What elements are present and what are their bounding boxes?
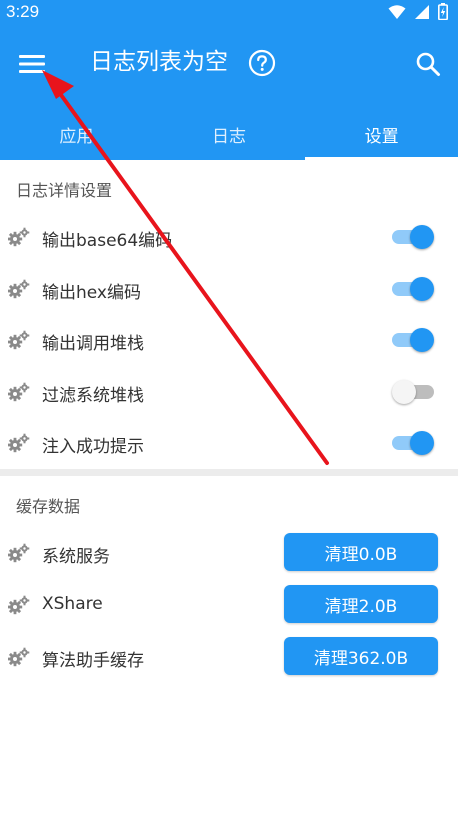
status-time: 3:29 bbox=[6, 2, 40, 21]
tab-indicator bbox=[305, 157, 458, 160]
tab-bar: 应用 日志 设置 bbox=[0, 108, 458, 160]
wifi-icon bbox=[388, 4, 406, 19]
section-header-log-settings: 日志详情设置 bbox=[16, 181, 113, 200]
status-bar: 3:29 bbox=[0, 0, 458, 26]
section-divider bbox=[0, 469, 458, 476]
toolbar: 日志列表为空 bbox=[0, 36, 458, 92]
app-bar: 3:29 日志列表为空 应用 日志 设置 bbox=[0, 0, 458, 160]
status-icons bbox=[388, 3, 448, 20]
call-stack-toggle[interactable] bbox=[392, 328, 434, 352]
tab-apps[interactable]: 应用 bbox=[0, 108, 153, 160]
section-header-cache-data: 缓存数据 bbox=[16, 497, 81, 516]
gear-icon bbox=[8, 330, 30, 350]
cache-label: 算法助手缓存 bbox=[42, 651, 144, 671]
cache-row-system-service: 系统服务 清理0.0B bbox=[0, 530, 458, 576]
setting-label: 输出调用堆栈 bbox=[42, 334, 144, 354]
setting-row-hex[interactable]: 输出hex编码 bbox=[0, 266, 458, 312]
signal-icon bbox=[415, 4, 429, 19]
setting-row-call-stack[interactable]: 输出调用堆栈 bbox=[0, 317, 458, 363]
gear-icon bbox=[8, 433, 30, 453]
question-circle-icon bbox=[248, 49, 276, 77]
clear-algorithm-helper-button[interactable]: 清理362.0B bbox=[284, 637, 438, 675]
hex-toggle[interactable] bbox=[392, 277, 434, 301]
setting-label: 过滤系统堆栈 bbox=[42, 386, 144, 406]
filter-system-stack-toggle[interactable] bbox=[392, 380, 434, 404]
setting-row-base64[interactable]: 输出base64编码 bbox=[0, 214, 458, 260]
setting-label: 注入成功提示 bbox=[42, 437, 144, 457]
cache-label: 系统服务 bbox=[42, 547, 110, 567]
page-title: 日志列表为空 bbox=[90, 49, 228, 75]
gear-icon bbox=[8, 543, 30, 563]
gear-icon bbox=[8, 595, 30, 615]
search-icon bbox=[416, 52, 440, 76]
battery-icon bbox=[438, 3, 448, 20]
gear-icon bbox=[8, 279, 30, 299]
cache-label: XShare bbox=[42, 594, 103, 614]
tab-logs[interactable]: 日志 bbox=[153, 108, 306, 160]
gear-icon bbox=[8, 227, 30, 247]
help-button[interactable] bbox=[248, 49, 276, 77]
base64-toggle[interactable] bbox=[392, 225, 434, 249]
setting-row-inject-success-tip[interactable]: 注入成功提示 bbox=[0, 420, 458, 466]
gear-icon bbox=[8, 647, 30, 667]
clear-xshare-button[interactable]: 清理2.0B bbox=[284, 585, 438, 623]
clear-system-service-button[interactable]: 清理0.0B bbox=[284, 533, 438, 571]
setting-label: 输出hex编码 bbox=[42, 283, 141, 303]
setting-row-filter-system-stack[interactable]: 过滤系统堆栈 bbox=[0, 369, 458, 415]
inject-success-tip-toggle[interactable] bbox=[392, 431, 434, 455]
setting-label: 输出base64编码 bbox=[42, 231, 173, 251]
cache-row-xshare: XShare 清理2.0B bbox=[0, 582, 458, 628]
tab-settings[interactable]: 设置 bbox=[305, 108, 458, 160]
menu-button[interactable] bbox=[12, 46, 52, 82]
cache-row-algorithm-helper: 算法助手缓存 清理362.0B bbox=[0, 634, 458, 680]
gear-icon bbox=[8, 382, 30, 402]
search-button[interactable] bbox=[412, 48, 444, 80]
hamburger-menu-icon bbox=[19, 55, 45, 73]
